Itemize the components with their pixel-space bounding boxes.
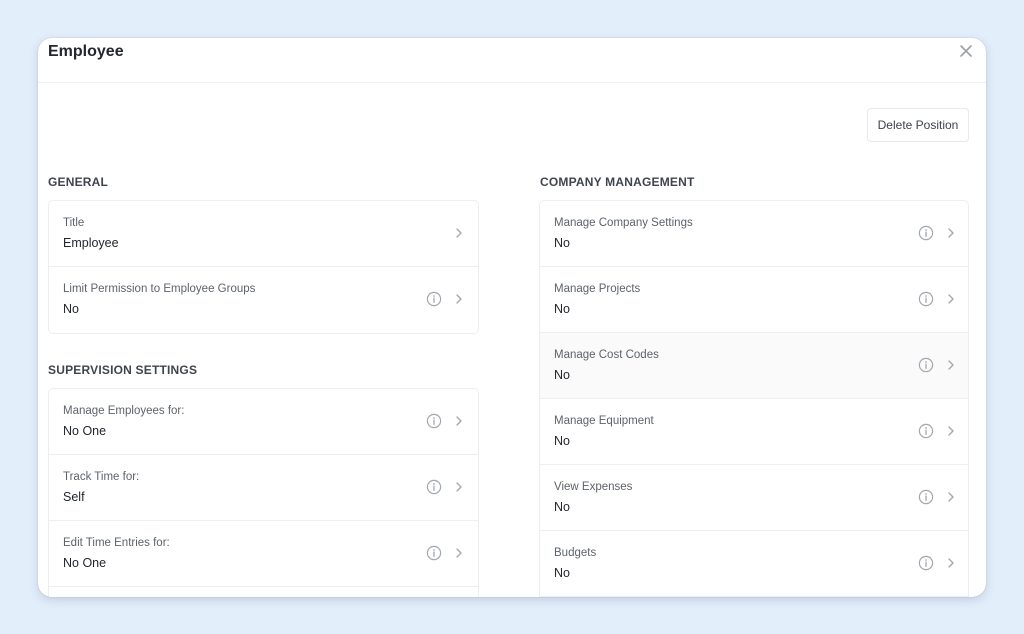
chevron-right-icon xyxy=(948,294,954,304)
setting-label: Manage Company Settings xyxy=(554,217,693,229)
setting-row-limit-permission[interactable]: Limit Permission to Employee Groups No xyxy=(49,267,478,333)
setting-label: Edit Time Entries for: xyxy=(63,537,170,549)
setting-value: No xyxy=(554,368,570,382)
setting-row-manage-projects[interactable]: Manage Projects No xyxy=(540,267,968,333)
setting-row-edit-time-entries[interactable]: Edit Time Entries for: No One xyxy=(49,521,478,587)
general-card: Title Employee Limit Permission to Emplo… xyxy=(48,200,479,334)
setting-value: No One xyxy=(63,556,107,570)
info-icon[interactable] xyxy=(426,291,442,307)
modal-title: Employee xyxy=(48,43,124,60)
setting-value: No One xyxy=(63,424,107,438)
company-management-card: Manage Company Settings No Manage Projec… xyxy=(539,200,969,597)
supervision-card: Manage Employees for: No One Track Time … xyxy=(48,388,479,597)
setting-row-track-time[interactable]: Track Time for: Self xyxy=(49,455,478,521)
info-icon[interactable] xyxy=(918,291,934,307)
chevron-right-icon xyxy=(948,228,954,238)
info-icon[interactable] xyxy=(918,423,934,439)
close-icon xyxy=(960,45,972,57)
setting-row-title[interactable]: Title Employee xyxy=(49,201,478,267)
delete-position-button[interactable]: Delete Position xyxy=(867,108,969,142)
setting-label: Limit Permission to Employee Groups xyxy=(63,283,256,295)
chevron-right-icon xyxy=(456,548,462,558)
info-icon[interactable] xyxy=(918,555,934,571)
setting-value: No xyxy=(554,236,570,250)
chevron-right-icon xyxy=(456,416,462,426)
chevron-right-icon xyxy=(948,426,954,436)
setting-label: Manage Equipment xyxy=(554,415,654,427)
chevron-right-icon xyxy=(456,228,462,238)
setting-value: No xyxy=(554,434,570,448)
chevron-right-icon xyxy=(456,482,462,492)
setting-label: Manage Employees for: xyxy=(63,405,185,417)
company-management-section-heading: COMPANY MANAGEMENT xyxy=(540,175,695,189)
setting-value: Employee xyxy=(63,236,119,250)
chevron-right-icon xyxy=(948,492,954,502)
employee-modal: Employee Delete Position GENERAL Title E… xyxy=(38,38,986,597)
setting-value: No xyxy=(63,302,79,316)
setting-label: Title xyxy=(63,217,85,229)
setting-value: No xyxy=(554,302,570,316)
chevron-right-icon xyxy=(456,294,462,304)
setting-value: No xyxy=(554,566,570,580)
setting-value: No xyxy=(554,500,570,514)
close-button[interactable] xyxy=(958,43,974,59)
general-section-heading: GENERAL xyxy=(48,175,109,189)
modal-header: Employee xyxy=(38,38,986,83)
setting-label: Track Time for: xyxy=(63,471,140,483)
setting-row-manage-cost-codes[interactable]: Manage Cost Codes No xyxy=(540,333,968,399)
info-icon[interactable] xyxy=(426,545,442,561)
setting-row-manage-equipment[interactable]: Manage Equipment No xyxy=(540,399,968,465)
chevron-right-icon xyxy=(948,558,954,568)
setting-value: Self xyxy=(63,490,85,504)
info-icon[interactable] xyxy=(426,413,442,429)
setting-row-view-expenses[interactable]: View Expenses No xyxy=(540,465,968,531)
setting-row-manage-employees[interactable]: Manage Employees for: No One xyxy=(49,389,478,455)
chevron-right-icon xyxy=(948,360,954,370)
setting-label: Manage Cost Codes xyxy=(554,349,659,361)
info-icon[interactable] xyxy=(918,225,934,241)
info-icon[interactable] xyxy=(426,479,442,495)
setting-label: Budgets xyxy=(554,547,597,559)
setting-label: View Expenses xyxy=(554,481,633,493)
setting-row-manage-company-settings[interactable]: Manage Company Settings No xyxy=(540,201,968,267)
setting-label: Manage Projects xyxy=(554,283,641,295)
info-icon[interactable] xyxy=(918,489,934,505)
info-icon[interactable] xyxy=(918,357,934,373)
supervision-section-heading: SUPERVISION SETTINGS xyxy=(48,363,198,377)
setting-row-budgets[interactable]: Budgets No xyxy=(540,531,968,597)
